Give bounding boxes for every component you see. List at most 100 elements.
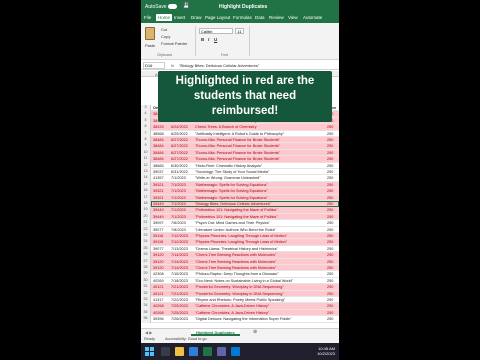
cell-textbook[interactable]: "Eco-Nerd: Notes on Sustainable Living i… xyxy=(195,279,320,283)
cell-price[interactable]: 250 xyxy=(327,247,333,251)
cell-orderid[interactable]: 39077 xyxy=(153,228,164,232)
windows-start-icon[interactable] xyxy=(145,347,154,356)
tab-review[interactable]: Review xyxy=(269,15,284,20)
cell-textbook[interactable]: "Digital Detours: Navigating the Informa… xyxy=(195,317,320,321)
cell-textbook[interactable]: "Chemi-Tree Brewing Reactions with Molec… xyxy=(195,260,320,264)
cell-orderid[interactable]: 38484 xyxy=(153,157,164,161)
cell-textbook[interactable]: "Histo-Reel: Cinematic History Analysis" xyxy=(195,164,320,168)
cell-orderid[interactable]: 39120 xyxy=(153,253,164,257)
cell-price[interactable]: 250 xyxy=(327,311,333,315)
cell-textbook[interactable]: "Punderful Geometry: Wordplay in DNA Seq… xyxy=(195,285,320,289)
system-clock[interactable]: 10:45 AM 10/2/2023 xyxy=(317,346,335,356)
cell-textbook[interactable]: "Drama Llama: Theatrical History and His… xyxy=(195,247,320,251)
cell-orderdate[interactable]: 7/6/2023 xyxy=(171,221,186,225)
cell-textbook[interactable]: "Econo-Mia: Personal Finance for Broke S… xyxy=(195,144,320,148)
cell-price[interactable]: 250 xyxy=(327,304,333,308)
add-sheet-icon[interactable]: ⊕ xyxy=(253,329,257,335)
cell-textbook[interactable]: "Rhyme and Rhetoric: Poetry Meets Public… xyxy=(195,298,320,302)
cell-orderid[interactable]: 39077 xyxy=(153,247,164,251)
cell-orderdate[interactable]: 7/1/2023 xyxy=(171,183,186,187)
cell-orderid[interactable]: 42308 xyxy=(153,272,164,276)
cell-orderid[interactable]: 39097 xyxy=(153,221,164,225)
cell-orderdate[interactable]: 7/21/2023 xyxy=(171,285,188,289)
cell-price[interactable]: 250 xyxy=(327,170,333,174)
autosave-toggle[interactable] xyxy=(168,4,177,9)
cell-textbook[interactable]: "Artificially Intelligent: A Robot's Gui… xyxy=(195,132,320,136)
cell-textbook[interactable]: "Sociology: The Study of Your Social Med… xyxy=(195,170,320,174)
cell-orderdate[interactable]: 7/12/2023 xyxy=(171,234,188,238)
cell-orderdate[interactable]: 7/25/2023 xyxy=(171,304,188,308)
tab-insert[interactable]: Insert xyxy=(174,15,185,20)
font-name-select[interactable]: Calibri xyxy=(199,28,233,34)
row-number[interactable]: 36 xyxy=(141,316,151,323)
sheet-tab-highlight-duplicates[interactable]: Highlight Duplicates xyxy=(191,329,240,336)
cell-orderdate[interactable]: 7/15/2023 xyxy=(171,272,188,276)
cell-price[interactable]: 250 xyxy=(327,253,333,257)
cell-orderdate[interactable]: 7/1/2023 xyxy=(171,196,186,200)
cell-textbook[interactable]: "Caffeine Chronicles: A Java-Driven Hist… xyxy=(195,311,320,315)
tab-file[interactable]: File xyxy=(144,15,151,20)
outlook-icon[interactable] xyxy=(231,347,240,356)
cell-orderdate[interactable]: 6/30/2022 xyxy=(171,164,188,168)
cell-orderdate[interactable]: 7/1/2023 xyxy=(171,176,186,180)
tab-page-layout[interactable]: Page Layout xyxy=(205,15,230,20)
cell-price[interactable]: 250 xyxy=(327,132,333,136)
cell-orderid[interactable]: 39120 xyxy=(153,266,164,270)
name-box[interactable]: D16 xyxy=(143,62,165,69)
cell-orderdate[interactable]: 6/27/2022 xyxy=(171,138,188,142)
cell-price[interactable]: 250 xyxy=(327,279,333,283)
cell-price[interactable]: 250 xyxy=(327,234,333,238)
cell-orderid[interactable]: 40268 xyxy=(153,304,164,308)
cell-price[interactable]: 250 xyxy=(327,144,333,148)
cell-price[interactable]: 250 xyxy=(327,317,333,321)
cell-textbook[interactable]: "Chemi-Tree Brewing Reactions with Molec… xyxy=(195,253,320,257)
cell-orderdate[interactable]: 7/1/2023 xyxy=(171,202,186,206)
cell-price[interactable]: 250 xyxy=(327,292,333,296)
cell-orderdate[interactable]: 7/18/2023 xyxy=(171,279,188,283)
cell-textbook[interactable]: "Mathemagic: Spells for Solving Equation… xyxy=(195,189,320,193)
cell-textbook[interactable]: "Polimetrics 101: Navigating the Maze of… xyxy=(195,208,320,212)
underline-button[interactable]: U xyxy=(214,37,217,42)
cell-orderid[interactable]: 40121 xyxy=(153,292,164,296)
cell-orderdate[interactable]: 7/14/2023 xyxy=(171,253,188,257)
cell-price[interactable]: 250 xyxy=(327,298,333,302)
cell-textbook[interactable]: "Physics Phunnies: Laughing Through Laws… xyxy=(195,234,320,238)
tab-data[interactable]: Data xyxy=(255,15,265,20)
cell-price[interactable]: 250 xyxy=(327,260,333,264)
cell-price[interactable]: 250 xyxy=(327,183,333,187)
cell-orderdate[interactable]: 6/27/2022 xyxy=(171,157,188,161)
copy-button[interactable]: Copy xyxy=(161,34,170,39)
cell-price[interactable]: 250 xyxy=(327,125,333,129)
cell-orderdate[interactable]: 7/14/2023 xyxy=(171,266,188,270)
cell-orderid[interactable]: 39449 xyxy=(153,208,164,212)
fx-icon[interactable]: fx xyxy=(171,63,174,68)
tab-formulas[interactable]: Formulas xyxy=(233,15,252,20)
cell-orderid[interactable]: 38568 xyxy=(153,132,164,136)
cell-orderid[interactable]: 40269 xyxy=(153,279,164,283)
cell-textbook[interactable]: "Psych Out: Mind Games and Their Physics… xyxy=(195,221,320,225)
cell-orderid[interactable]: 38484 xyxy=(153,151,164,155)
cell-textbook[interactable]: "Philoso-Raptor: Deep Thoughts from a Di… xyxy=(195,272,320,276)
cell-textbook[interactable]: "Polimetrics 101: Navigating the Maze of… xyxy=(195,215,320,219)
cell-orderdate[interactable]: 7/1/2023 xyxy=(171,215,186,219)
format-painter-button[interactable]: Format Painter xyxy=(161,41,187,46)
cell-price[interactable]: 250 xyxy=(327,196,333,200)
cell-orderid[interactable]: 39396 xyxy=(153,317,164,321)
cell-textbook[interactable]: "Punderful Geometry: Wordplay in DNA Seq… xyxy=(195,292,320,296)
cell-orderdate[interactable]: 6/27/2022 xyxy=(171,144,188,148)
cell-price[interactable]: 250 xyxy=(327,189,333,193)
cell-orderid[interactable]: 38665 xyxy=(153,164,164,168)
cell-orderid[interactable]: 39116 xyxy=(153,240,163,244)
cell-orderid[interactable]: 38433 xyxy=(153,125,164,129)
cell-price[interactable]: 250 xyxy=(327,266,333,270)
cell-textbook[interactable]: "Biology Bites: Delicious Cellular Adven… xyxy=(195,202,320,206)
cell-price[interactable]: 250 xyxy=(327,202,333,206)
tab-view[interactable]: View xyxy=(288,15,298,20)
cell-orderdate[interactable]: 7/14/2023 xyxy=(171,260,188,264)
cell-textbook[interactable]: "Mathemagic: Spells for Solving Equation… xyxy=(195,196,320,200)
cell-textbook[interactable]: "Econo-Mia: Personal Finance for Broke S… xyxy=(195,151,320,155)
cell-price[interactable]: 250 xyxy=(327,215,333,219)
formula-input[interactable]: "Biology Bites: Delicious Cellular Adven… xyxy=(179,63,259,68)
cell-orderdate[interactable]: 7/26/2023 xyxy=(171,317,188,321)
cell-orderid[interactable]: 38484 xyxy=(153,144,164,148)
